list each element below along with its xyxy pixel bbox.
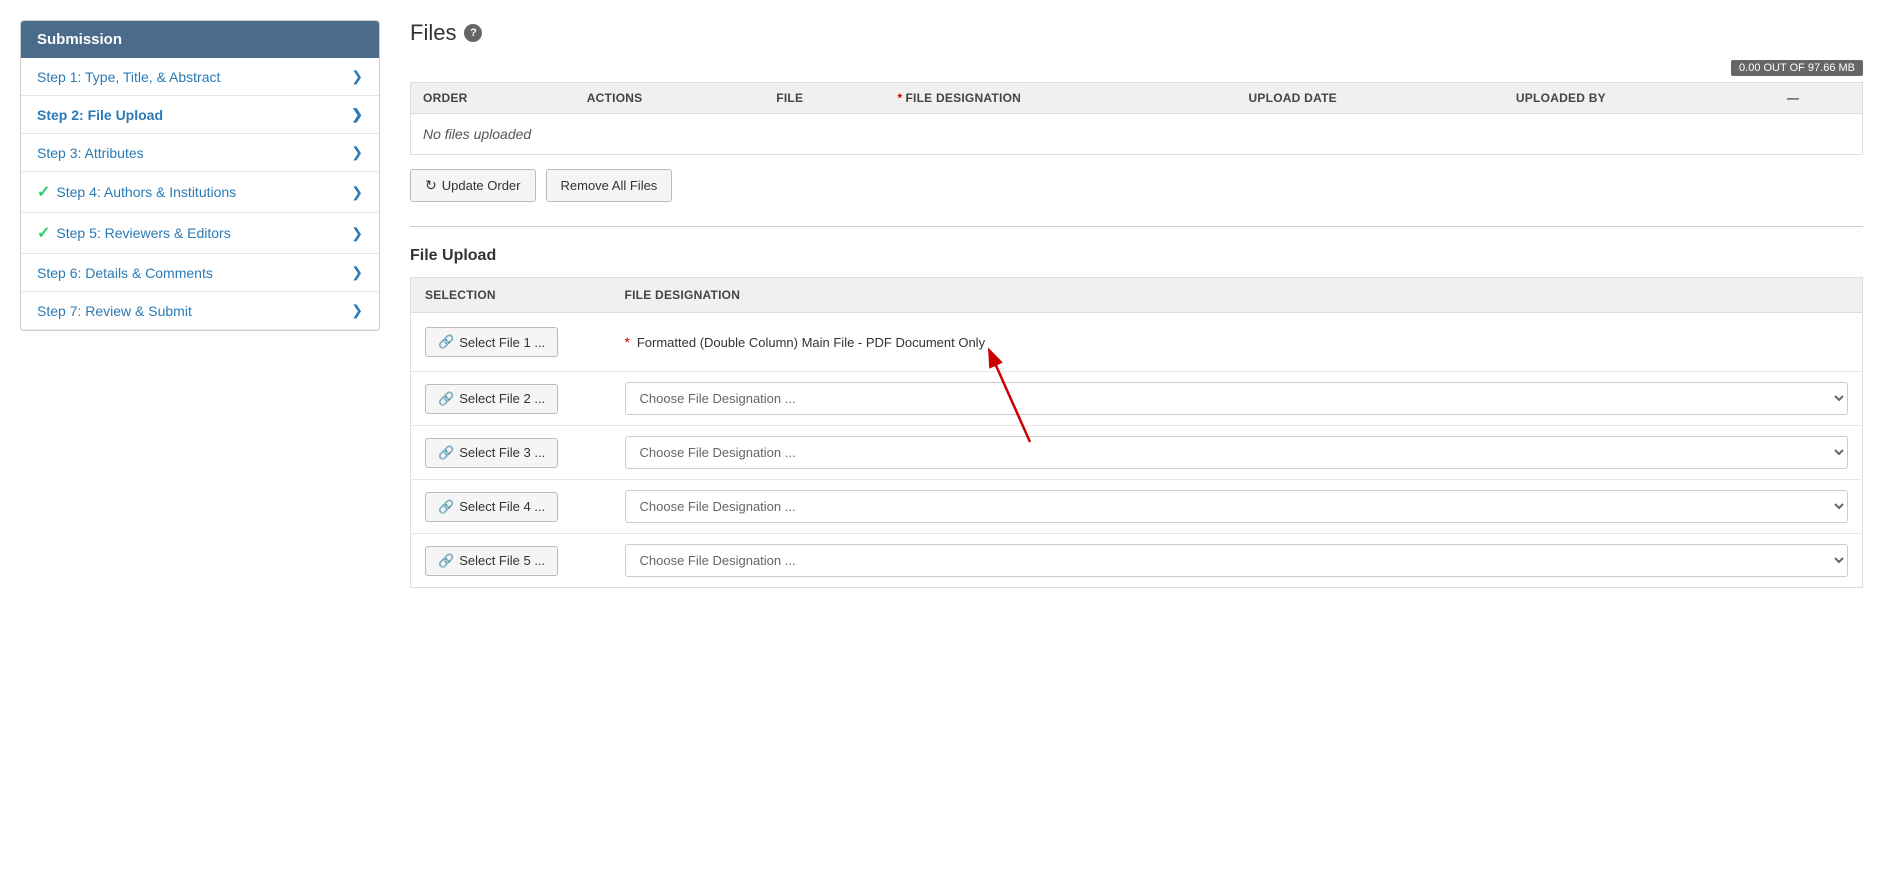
select-file-2-cell: 🔗 Select File 2 ... <box>411 372 611 426</box>
chevron-icon-step4: ❯ <box>351 184 363 201</box>
designation-4-cell: Choose File Designation ... <box>611 480 1863 534</box>
action-buttons: ↻ Update Order Remove All Files <box>410 169 1863 202</box>
sidebar-item-label-step5: Step 5: Reviewers & Editors <box>56 225 230 241</box>
sidebar-item-label-step6: Step 6: Details & Comments <box>37 265 213 281</box>
designation-2-cell: Choose File Designation ... <box>611 372 1863 426</box>
col-selection: SELECTION <box>411 278 611 313</box>
files-table: ORDER ACTIONS FILE *FILE DESIGNATION UPL… <box>410 82 1863 155</box>
col-file-designation: FILE DESIGNATION <box>611 278 1863 313</box>
paperclip-icon-3: 🔗 <box>438 445 454 461</box>
required-star-1: * <box>625 334 630 350</box>
col-order: ORDER <box>411 83 575 114</box>
update-order-button[interactable]: ↻ Update Order <box>410 169 536 202</box>
designation-1-cell: * Formatted (Double Column) Main File - … <box>611 313 1863 372</box>
main-content: Files ? 0.00 OUT OF 97.66 MB ORDER ACTIO… <box>380 0 1893 875</box>
page-title: Files <box>410 20 456 46</box>
no-files-message: No files uploaded <box>411 114 1863 155</box>
table-row: 🔗 Select File 3 ... Choose File Designat… <box>411 426 1863 480</box>
designation-select-3[interactable]: Choose File Designation ... <box>625 436 1849 469</box>
quota-bar: 0.00 OUT OF 97.66 MB <box>410 58 1863 74</box>
paperclip-icon-1: 🔗 <box>438 334 454 350</box>
sidebar-item-label-step3: Step 3: Attributes <box>37 145 144 161</box>
help-icon[interactable]: ? <box>464 24 482 42</box>
sidebar-item-step1[interactable]: Step 1: Type, Title, & Abstract ❯ <box>21 58 379 96</box>
upload-table: SELECTION FILE DESIGNATION 🔗 Select File… <box>410 277 1863 588</box>
table-row: 🔗 Select File 2 ... Choose File Designat… <box>411 372 1863 426</box>
designation-select-5[interactable]: Choose File Designation ... <box>625 544 1849 577</box>
quota-badge: 0.00 OUT OF 97.66 MB <box>1731 60 1863 76</box>
paperclip-icon-5: 🔗 <box>438 553 454 569</box>
sidebar-title: Submission <box>21 21 379 58</box>
select-file-3-cell: 🔗 Select File 3 ... <box>411 426 611 480</box>
designation-5-cell: Choose File Designation ... <box>611 534 1863 588</box>
sidebar-item-label-step4: Step 4: Authors & Institutions <box>56 184 236 200</box>
chevron-icon-step5: ❯ <box>351 225 363 242</box>
table-row: 🔗 Select File 5 ... Choose File Designat… <box>411 534 1863 588</box>
chevron-icon-step7: ❯ <box>351 302 363 319</box>
sidebar-item-step5[interactable]: ✓ Step 5: Reviewers & Editors ❯ <box>21 213 379 254</box>
upload-section-title: File Upload <box>410 247 1863 265</box>
select-file-5-button[interactable]: 🔗 Select File 5 ... <box>425 546 558 576</box>
paperclip-icon-2: 🔗 <box>438 391 454 407</box>
designation-select-2[interactable]: Choose File Designation ... <box>625 382 1849 415</box>
designation-3-cell: Choose File Designation ... <box>611 426 1863 480</box>
sidebar-item-step6[interactable]: Step 6: Details & Comments ❯ <box>21 254 379 292</box>
sidebar-item-label-step7: Step 7: Review & Submit <box>37 303 192 319</box>
sidebar-item-step2[interactable]: Step 2: File Upload ❯ <box>21 96 379 134</box>
select-file-1-cell: 🔗 Select File 1 ... <box>411 313 611 372</box>
col-upload-date: UPLOAD DATE <box>1236 83 1503 114</box>
section-divider <box>410 226 1863 227</box>
select-file-3-button[interactable]: 🔗 Select File 3 ... <box>425 438 558 468</box>
sidebar-item-label-step1: Step 1: Type, Title, & Abstract <box>37 69 220 85</box>
designation-select-4[interactable]: Choose File Designation ... <box>625 490 1849 523</box>
sidebar-item-step4[interactable]: ✓ Step 4: Authors & Institutions ❯ <box>21 172 379 213</box>
col-actions: ACTIONS <box>575 83 765 114</box>
col-extra: — <box>1775 83 1862 114</box>
check-icon-step5: ✓ <box>37 223 50 243</box>
paperclip-icon-4: 🔗 <box>438 499 454 515</box>
chevron-icon-step6: ❯ <box>351 264 363 281</box>
col-file: FILE <box>764 83 885 114</box>
sidebar: Submission Step 1: Type, Title, & Abstra… <box>20 20 380 331</box>
table-row: 🔗 Select File 1 ... * Formatted (Double … <box>411 313 1863 372</box>
select-file-5-cell: 🔗 Select File 5 ... <box>411 534 611 588</box>
select-file-2-button[interactable]: 🔗 Select File 2 ... <box>425 384 558 414</box>
check-icon-step4: ✓ <box>37 182 50 202</box>
col-designation: *FILE DESIGNATION <box>886 83 1237 114</box>
refresh-icon: ↻ <box>425 177 437 194</box>
select-file-4-cell: 🔗 Select File 4 ... <box>411 480 611 534</box>
sidebar-item-label-step2: Step 2: File Upload <box>37 107 163 123</box>
sidebar-item-step3[interactable]: Step 3: Attributes ❯ <box>21 134 379 172</box>
table-row: 🔗 Select File 4 ... Choose File Designat… <box>411 480 1863 534</box>
select-file-1-button[interactable]: 🔗 Select File 1 ... <box>425 327 558 357</box>
col-uploaded-by: UPLOADED BY <box>1504 83 1775 114</box>
chevron-icon-step2: ❯ <box>351 106 363 123</box>
select-file-4-button[interactable]: 🔗 Select File 4 ... <box>425 492 558 522</box>
remove-all-files-button[interactable]: Remove All Files <box>546 169 673 202</box>
chevron-icon-step3: ❯ <box>351 144 363 161</box>
designation-text-1: Formatted (Double Column) Main File - PD… <box>637 335 985 350</box>
chevron-icon-step1: ❯ <box>351 68 363 85</box>
sidebar-item-step7[interactable]: Step 7: Review & Submit ❯ <box>21 292 379 330</box>
page-title-row: Files ? <box>410 20 1863 46</box>
